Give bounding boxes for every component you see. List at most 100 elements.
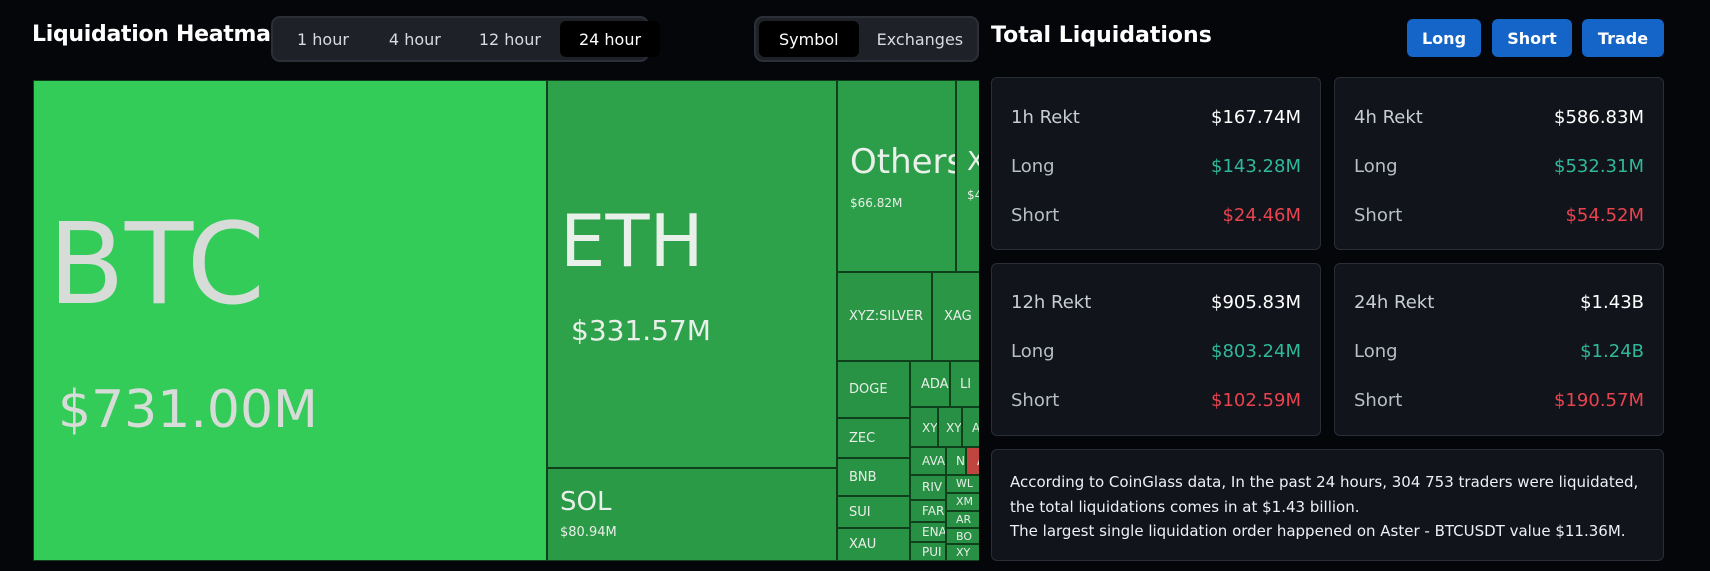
tile-others[interactable]: Others $66.82M [837, 80, 956, 272]
tile-symbol: AVA [922, 454, 946, 468]
tile-symbol: AR [956, 513, 972, 526]
short-label: Short [1354, 390, 1403, 411]
long-value: $803.24M [1211, 341, 1301, 362]
tile-symbol: BO [956, 530, 973, 543]
tile-symbol: A [977, 454, 979, 468]
tile-sui[interactable]: SUI [837, 496, 910, 528]
card-period: 4h Rekt [1354, 107, 1423, 128]
tile-zec[interactable]: ZEC [837, 418, 910, 458]
view-selector: Symbol Exchanges [754, 16, 979, 62]
rekt-card-24h: 24h Rekt $1.43B Long $1.24B Short $190.57M [1334, 263, 1664, 436]
card-period: 24h Rekt [1354, 292, 1435, 313]
tile-symbol: LI [960, 377, 972, 392]
short-value: $102.59M [1211, 390, 1301, 411]
tile-symbol: ETH [560, 199, 704, 283]
tile-symbol: XYZ:SILVER [849, 309, 924, 324]
tile-wl[interactable]: WL [946, 475, 979, 493]
tile-ena[interactable]: ENA [910, 522, 946, 542]
tile-symbol: BNB [849, 470, 877, 485]
short-button[interactable]: Short [1492, 19, 1572, 57]
time-range-selector: 1 hour 4 hour 12 hour 24 hour [271, 16, 661, 62]
tile-symbol: PUI [922, 545, 942, 559]
long-value: $1.24B [1580, 341, 1644, 362]
tile-symbol: XAG [944, 309, 972, 324]
tile-doge[interactable]: DOGE [837, 361, 910, 418]
tile-ar[interactable]: AR [946, 511, 979, 528]
tile-value: $4 [967, 188, 979, 202]
card-total: $586.83M [1554, 107, 1644, 128]
tile-symbol: WL [956, 477, 974, 490]
tile-symbol: BTC [48, 200, 265, 330]
short-label: Short [1011, 390, 1060, 411]
tile-symbol: XAU [849, 537, 877, 552]
tile-symbol: XY [956, 546, 971, 559]
tab-4-hour[interactable]: 4 hour [370, 21, 460, 57]
tile-eth[interactable]: ETH $331.57M [547, 80, 837, 468]
tile-xag[interactable]: XAG [932, 272, 979, 361]
summary-line-1: According to CoinGlass data, In the past… [1010, 473, 1639, 516]
tile-pui[interactable]: PUI [910, 542, 946, 561]
short-value: $54.52M [1565, 205, 1644, 226]
tile-symbol: SUI [849, 505, 871, 520]
tile-xy[interactable]: XY [910, 407, 938, 447]
long-label: Long [1354, 341, 1398, 362]
tile-xyz-silver[interactable]: XYZ:SILVER [837, 272, 932, 361]
tile-value: $80.94M [560, 525, 617, 540]
tile-symbol: ZEC [849, 431, 876, 446]
long-button[interactable]: Long [1407, 19, 1481, 57]
tile-n[interactable]: N [946, 447, 966, 475]
trade-button[interactable]: Trade [1582, 19, 1664, 57]
tile-symbol: ENA [922, 525, 946, 539]
short-label: Short [1011, 205, 1060, 226]
tile-xy[interactable]: XY [946, 544, 979, 561]
tile-bo[interactable]: BO [946, 528, 979, 544]
card-total: $1.43B [1580, 292, 1644, 313]
tile-symbol: A [972, 421, 979, 435]
tile-symbol: XY [946, 421, 962, 435]
long-value: $143.28M [1211, 156, 1301, 177]
tile-symbol: DOGE [849, 382, 888, 397]
tile-symbol: XM [956, 495, 974, 508]
tile-symbol: XY [922, 421, 938, 435]
tile-li[interactable]: LI [950, 361, 979, 407]
rekt-card-4h: 4h Rekt $586.83M Long $532.31M Short $54.52… [1334, 77, 1664, 250]
tile-symbol: Others [850, 142, 956, 182]
tile-sol[interactable]: SOL $80.94M [547, 468, 837, 561]
tile-ava[interactable]: AVA [910, 447, 946, 475]
heatmap-title: Liquidation Heatmap [32, 22, 287, 47]
tab-12-hour[interactable]: 12 hour [460, 21, 560, 57]
long-label: Long [1011, 341, 1055, 362]
card-period: 12h Rekt [1011, 292, 1092, 313]
short-label: Short [1354, 205, 1403, 226]
tab-exchanges[interactable]: Exchanges [859, 21, 982, 57]
tile-symbol: X [967, 149, 979, 175]
tile-x[interactable]: X $4 [956, 80, 979, 272]
tile-value: $66.82M [850, 196, 903, 210]
rekt-card-1h: 1h Rekt $167.74M Long $143.28M Short $24.46… [991, 77, 1321, 250]
tile-symbol: ADA [921, 377, 949, 392]
tile-xm[interactable]: XM [946, 493, 979, 511]
tab-24-hour[interactable]: 24 hour [559, 21, 661, 57]
liquidation-summary: According to CoinGlass data, In the past… [991, 449, 1664, 561]
tile-a-short[interactable]: A [966, 447, 979, 475]
tile-far[interactable]: FAR [910, 500, 946, 522]
short-value: $190.57M [1554, 390, 1644, 411]
tile-btc[interactable]: BTC $731.00M [33, 80, 547, 561]
rekt-card-12h: 12h Rekt $905.83M Long $803.24M Short $102.… [991, 263, 1321, 436]
tile-a[interactable]: A [962, 407, 979, 447]
tile-bnb[interactable]: BNB [837, 458, 910, 496]
card-period: 1h Rekt [1011, 107, 1080, 128]
tab-1-hour[interactable]: 1 hour [276, 21, 370, 57]
summary-line-2: The largest single liquidation order hap… [1010, 522, 1626, 540]
tile-ada[interactable]: ADA [910, 361, 950, 407]
tile-riv[interactable]: RIV [910, 475, 946, 500]
tile-xau[interactable]: XAU [837, 528, 910, 561]
card-total: $905.83M [1211, 292, 1301, 313]
tab-symbol[interactable]: Symbol [759, 21, 859, 57]
long-label: Long [1354, 156, 1398, 177]
card-total: $167.74M [1211, 107, 1301, 128]
tile-xy[interactable]: XY [938, 407, 962, 447]
tile-symbol: FAR [922, 504, 945, 518]
tile-value: $331.57M [571, 314, 711, 347]
long-label: Long [1011, 156, 1055, 177]
